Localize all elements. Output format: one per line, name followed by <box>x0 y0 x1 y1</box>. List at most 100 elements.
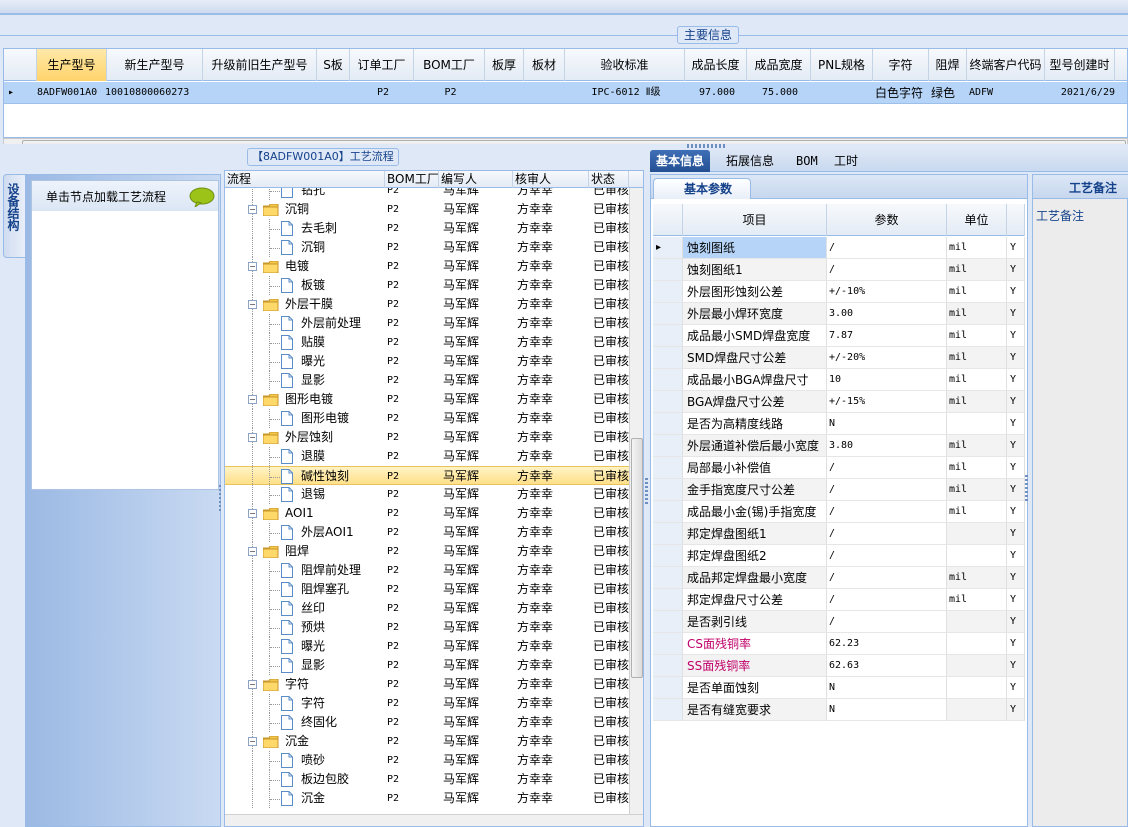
param-row[interactable]: 成品最小金(锡)手指宽度 / mil Y <box>653 501 1025 523</box>
param-row[interactable]: 邦定焊盘图纸2/ Y <box>653 545 1025 567</box>
param-row[interactable]: 邦定焊盘尺寸公差 / mil Y <box>653 589 1025 611</box>
main-col-header[interactable]: 生产型号 <box>37 49 107 81</box>
param-row[interactable]: BGA焊盘尺寸公差 +/-15% mil Y <box>653 391 1025 413</box>
col-flow[interactable]: 流程 <box>225 171 385 188</box>
collapse-toggle-icon[interactable]: − <box>248 300 257 309</box>
tree-step-row[interactable]: 字符 P2 马军辉 方幸幸 已审核 <box>225 694 629 713</box>
col-bom-factory[interactable]: BOM工厂 <box>385 171 439 188</box>
tree-step-row[interactable]: 贴膜 P2 马军辉 方幸幸 已审核 <box>225 333 629 352</box>
tab-extended-info[interactable]: 拓展信息 <box>720 150 780 172</box>
main-cell-mask[interactable]: 绿色 <box>929 82 967 104</box>
main-col-header[interactable]: 型号创建时 <box>1045 49 1115 81</box>
param-row[interactable]: 是否有缝宽要求 N Y <box>653 699 1025 721</box>
main-cell-material[interactable] <box>524 82 565 104</box>
main-cell-old-model[interactable] <box>203 82 317 104</box>
tab-basic-info[interactable]: 基本信息 <box>650 150 711 172</box>
process-tree[interactable]: 钻孔 P2 马军辉 方幸幸 已审核 − 沉铜 P2 马军辉 方幸幸 已审核 去毛刺 P2 马军辉 方幸幸 已审… <box>225 188 629 814</box>
tab-basic-params[interactable]: 基本参数 <box>653 178 751 199</box>
main-cell-length[interactable]: 97.000 <box>685 82 747 104</box>
tree-step-row[interactable]: 外层前处理 P2 马军辉 方幸幸 已审核 <box>225 314 629 333</box>
tree-step-row[interactable]: 显影 P2 马军辉 方幸幸 已审核 <box>225 371 629 390</box>
param-row[interactable]: 成品最小BGA焊盘尺寸 10 mil Y <box>653 369 1025 391</box>
tree-step-row[interactable]: 曝光 P2 马军辉 方幸幸 已审核 <box>225 637 629 656</box>
collapse-toggle-icon[interactable]: − <box>248 737 257 746</box>
tree-step-row[interactable]: 退膜 P2 马军辉 方幸幸 已审核 <box>225 447 629 466</box>
param-row[interactable]: SS面残铜率 62.63 Y <box>653 655 1025 677</box>
main-col-header[interactable]: 新生产型号 <box>107 49 203 81</box>
collapse-toggle-icon[interactable]: − <box>248 680 257 689</box>
main-cell-char[interactable]: 白色字符 <box>873 82 929 104</box>
collapse-toggle-icon[interactable]: − <box>248 395 257 404</box>
tree-step-row[interactable]: 预烘 P2 马军辉 方幸幸 已审核 <box>225 618 629 637</box>
main-cell-prod-model[interactable]: 8ADFW001A0 <box>35 82 109 104</box>
tree-group-row[interactable]: − 外层蚀刻 P2 马军辉 方幸幸 已审核 <box>225 428 629 447</box>
tree-group-row[interactable]: − 沉金 P2 马军辉 方幸幸 已审核 <box>225 732 629 751</box>
param-row[interactable]: 成品最小SMD焊盘宽度 7.87 mil Y <box>653 325 1025 347</box>
col-unit[interactable]: 单位 <box>947 204 1007 236</box>
main-col-header[interactable]: BOM工厂 <box>414 49 485 81</box>
tree-step-row[interactable]: 丝印 P2 马军辉 方幸幸 已审核 <box>225 599 629 618</box>
tree-step-row[interactable]: 沉金 P2 马军辉 方幸幸 已审核 <box>225 789 629 808</box>
param-row[interactable]: CS面残铜率 62.23 Y <box>653 633 1025 655</box>
main-cell-thickness[interactable] <box>485 82 524 104</box>
main-col-header[interactable]: 阻焊 <box>929 49 967 81</box>
param-value[interactable]: / <box>827 457 947 479</box>
param-value[interactable]: / <box>827 589 947 611</box>
process-vscroll-thumb[interactable] <box>631 438 643 678</box>
param-value[interactable]: +/-15% <box>827 391 947 413</box>
col-item[interactable]: 项目 <box>683 204 827 236</box>
param-value[interactable]: 3.00 <box>827 303 947 325</box>
collapse-toggle-icon[interactable]: − <box>248 547 257 556</box>
main-col-header[interactable]: 成品宽度 <box>747 49 811 81</box>
main-col-header[interactable]: 终端客户代码 <box>967 49 1045 81</box>
param-row[interactable]: 是否剥引线 / Y <box>653 611 1025 633</box>
main-col-header[interactable]: 验收标准 <box>565 49 685 81</box>
main-cell-s-board[interactable] <box>317 82 350 104</box>
param-row[interactable]: 是否单面蚀刻 N Y <box>653 677 1025 699</box>
param-value[interactable]: / <box>827 237 947 259</box>
param-value[interactable]: N <box>827 677 947 699</box>
tree-step-row[interactable]: 板镀 P2 马军辉 方幸幸 已审核 <box>225 276 629 295</box>
param-row[interactable]: 局部最小补偿值 / mil Y <box>653 457 1025 479</box>
param-value[interactable]: / <box>827 501 947 523</box>
tree-step-row[interactable]: 外层AOI1 P2 马军辉 方幸幸 已审核 <box>225 523 629 542</box>
tree-step-row[interactable]: 沉铜 P2 马军辉 方幸幸 已审核 <box>225 238 629 257</box>
tree-step-row[interactable]: 终固化 P2 马军辉 方幸幸 已审核 <box>225 713 629 732</box>
main-cell-width[interactable]: 75.000 <box>747 82 811 104</box>
process-hscrollbar[interactable] <box>225 814 643 826</box>
tree-step-row[interactable]: 曝光 P2 马军辉 方幸幸 已审核 <box>225 352 629 371</box>
tree-step-row[interactable]: 钻孔 P2 马军辉 方幸幸 已审核 <box>225 188 629 200</box>
param-row[interactable]: SMD焊盘尺寸公差 +/-20% mil Y <box>653 347 1025 369</box>
param-value[interactable]: / <box>827 479 947 501</box>
main-col-header[interactable]: S板 <box>317 49 350 81</box>
param-value[interactable]: +/-20% <box>827 347 947 369</box>
main-col-header[interactable]: 板材 <box>524 49 565 81</box>
tree-group-row[interactable]: − 沉铜 P2 马军辉 方幸幸 已审核 <box>225 200 629 219</box>
col-reviewer[interactable]: 核审人 <box>513 171 589 188</box>
main-cell-bom-factory[interactable]: P2 <box>414 82 485 104</box>
param-row[interactable]: ▸ 蚀刻图纸 / mil Y <box>653 237 1025 259</box>
param-value[interactable]: +/-10% <box>827 281 947 303</box>
main-grid-row[interactable]: ▸ 8ADFW001A0 10010800060273 P2 P2 IPC-6012 Ⅱ级… <box>4 82 1127 104</box>
param-row[interactable]: 邦定焊盘图纸1/ Y <box>653 523 1025 545</box>
tree-step-row[interactable]: 退锡 P2 马军辉 方幸幸 已审核 <box>225 485 629 504</box>
param-row[interactable]: 蚀刻图纸1/mil Y <box>653 259 1025 281</box>
main-info-grid[interactable]: 生产型号 新生产型号 升级前旧生产型号 S板 订单工厂 BOM工厂 板厚 板材 验收标准 成品长度… <box>3 48 1128 138</box>
tree-step-row[interactable]: 显影 P2 马军辉 方幸幸 已审核 <box>225 656 629 675</box>
tree-group-row[interactable]: − 外层干膜 P2 马军辉 方幸幸 已审核 <box>225 295 629 314</box>
param-value[interactable]: 3.80 <box>827 435 947 457</box>
main-cell-pnl[interactable] <box>811 82 873 104</box>
tab-equipment-structure[interactable]: 设备结构 <box>3 174 25 258</box>
tree-step-row[interactable]: 去毛刺 P2 马军辉 方幸幸 已审核 <box>225 219 629 238</box>
param-value[interactable]: / <box>827 545 947 567</box>
main-cell-standard[interactable]: IPC-6012 Ⅱ级 <box>565 82 685 104</box>
main-col-header[interactable]: 订单工厂 <box>350 49 414 81</box>
collapse-toggle-icon[interactable]: − <box>248 433 257 442</box>
param-row[interactable]: 成品邦定焊盘最小宽度 / mil Y <box>653 567 1025 589</box>
tree-step-row[interactable]: 喷砂 P2 马军辉 方幸幸 已审核 <box>225 751 629 770</box>
tree-step-row[interactable]: 图形电镀 P2 马军辉 方幸幸 已审核 <box>225 409 629 428</box>
tree-step-row[interactable]: 阻焊前处理 P2 马军辉 方幸幸 已审核 <box>225 561 629 580</box>
tree-step-row[interactable]: 板边包胶 P2 马军辉 方幸幸 已审核 <box>225 770 629 789</box>
param-value[interactable]: / <box>827 567 947 589</box>
param-row[interactable]: 外层最小焊环宽度 3.00 mil Y <box>653 303 1025 325</box>
